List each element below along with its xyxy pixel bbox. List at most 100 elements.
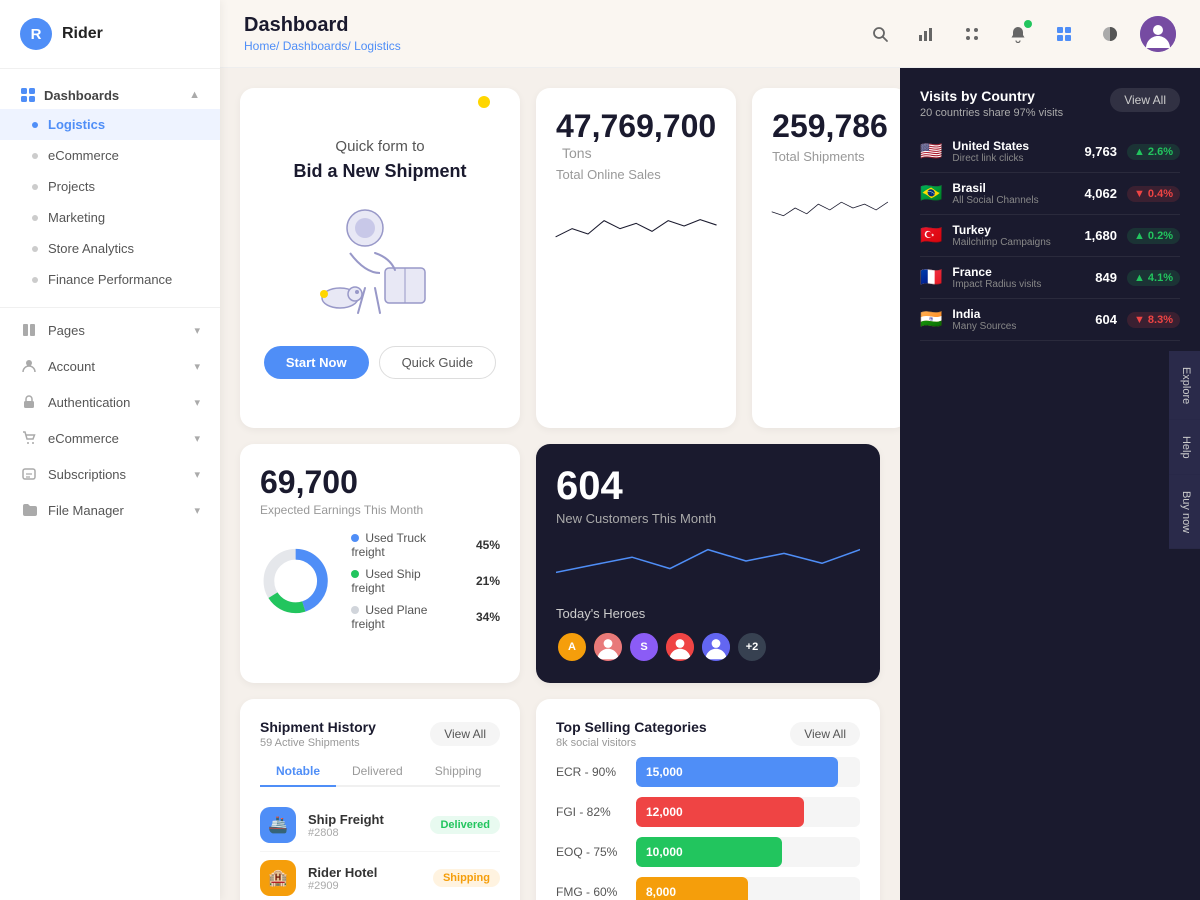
subscriptions-chevron: ▾ (194, 468, 200, 481)
store-analytics-dot (32, 246, 38, 252)
country-brasil-visits: 4,062 (1075, 186, 1117, 201)
bid-card-title: Quick form to (335, 138, 424, 155)
sidebar-item-logistics[interactable]: Logistics (0, 109, 220, 140)
finance-performance-dot (32, 277, 38, 283)
total-sales-label: Total Online Sales (556, 167, 716, 182)
total-shipments-card: 259,786 Total Shipments (752, 88, 900, 428)
search-icon[interactable] (864, 18, 896, 50)
sidebar-ecommerce-section[interactable]: eCommerce ▾ (0, 420, 220, 456)
hero-avatar-1: A (556, 631, 588, 663)
subscriptions-label: Subscriptions (48, 467, 126, 482)
legend-plane: Used Plane freight 34% (351, 603, 500, 631)
flag-usa: 🇺🇸 (920, 141, 942, 162)
marketing-dot (32, 215, 38, 221)
country-france-src: Impact Radius visits (952, 279, 1065, 290)
selling-view-all[interactable]: View All (790, 722, 860, 746)
tab-notable[interactable]: Notable (260, 757, 336, 787)
donut-chart (260, 541, 331, 621)
top-selling-card: Top Selling Categories 8k social visitor… (536, 699, 880, 900)
sidebar-subscriptions[interactable]: Subscriptions ▾ (0, 456, 220, 492)
total-shipments-header: 259,786 (772, 108, 888, 145)
start-now-button[interactable]: Start Now (264, 346, 369, 379)
bar-eoq-fill: 10,000 (636, 837, 782, 867)
chart-icon[interactable] (910, 18, 942, 50)
sidebar-file-manager[interactable]: File Manager ▾ (0, 492, 220, 528)
tab-shipping[interactable]: Shipping (419, 757, 498, 787)
rider-hotel-info: Rider Hotel #2909 (308, 865, 421, 892)
ecommerce-dot (32, 153, 38, 159)
bar-ecr-track: 15,000 (636, 757, 860, 787)
bottom-row: Shipment History 59 Active Shipments Vie… (240, 699, 880, 900)
sidebar-account[interactable]: Account ▾ (0, 348, 220, 384)
total-shipments-label: Total Shipments (772, 149, 888, 164)
grid-icon[interactable] (956, 18, 988, 50)
legend-ship-label: Used Ship freight (351, 567, 420, 595)
donut-legend: Used Truck freight 45% Used Ship freight… (351, 531, 500, 631)
sidebar-authentication[interactable]: Authentication ▾ (0, 384, 220, 420)
sidebar-item-finance-performance[interactable]: Finance Performance (0, 264, 220, 295)
legend-ship: Used Ship freight 21% (351, 567, 500, 595)
topbar-title-area: Dashboard Home/ Dashboards/ Logistics (244, 14, 401, 53)
user-avatar[interactable] (1140, 16, 1176, 52)
breadcrumb-home: Home/ (244, 39, 279, 53)
dashboards-label: Dashboards (44, 88, 119, 103)
main-area: Dashboard Home/ Dashboards/ Logistics (220, 0, 1200, 900)
ship-freight-name: Ship Freight (308, 812, 418, 827)
dashboards-icon: Dashboards (20, 87, 119, 103)
bar-fmg-fill: 8,000 (636, 877, 748, 900)
hero-avatar-5 (700, 631, 732, 663)
selling-title: Top Selling Categories (556, 719, 707, 735)
side-tabs: Explore Help Buy now (1169, 351, 1200, 549)
shipment-row-1: 🚢 Ship Freight #2808 Delivered (260, 799, 500, 852)
sidebar-item-ecommerce[interactable]: eCommerce (0, 140, 220, 171)
sidebar-item-projects[interactable]: Projects (0, 171, 220, 202)
bar-fgi-track: 12,000 (636, 797, 860, 827)
dashboards-section: Dashboards ▲ Logistics eCommerce Project… (0, 69, 220, 303)
country-france-info: France Impact Radius visits (952, 265, 1065, 290)
sidebar-item-finance-performance-label: Finance Performance (48, 272, 172, 287)
country-brasil: 🇧🇷 Brasil All Social Channels 4,062 ▼ 0.… (920, 173, 1180, 215)
sidebar-item-ecommerce-label: eCommerce (48, 148, 119, 163)
file-manager-label: File Manager (48, 503, 124, 518)
country-brasil-info: Brasil All Social Channels (952, 181, 1065, 206)
flag-india: 🇮🇳 (920, 309, 942, 330)
country-france-visits: 849 (1075, 270, 1117, 285)
breadcrumb: Home/ Dashboards/ Logistics (244, 39, 401, 53)
total-sales-header: 47,769,700 Tons (556, 108, 716, 163)
top-row: Quick form to Bid a New Shipment (240, 88, 880, 428)
logo-icon: R (20, 18, 52, 50)
earnings-card: 69,700 Expected Earnings This Month (240, 444, 520, 683)
sidebar-item-marketing[interactable]: Marketing (0, 202, 220, 233)
hero-avatar-3: S (628, 631, 660, 663)
shipment-header: Shipment History 59 Active Shipments Vie… (260, 719, 500, 749)
shipment-tabs: Notable Delivered Shipping (260, 757, 500, 787)
total-shipments-number: 259,786 (772, 108, 888, 144)
sidebar: R Rider Dashboards ▲ Logistics eCommerce (0, 0, 220, 900)
flag-turkey: 🇹🇷 (920, 225, 942, 246)
country-brasil-name: Brasil (952, 181, 1065, 195)
shipment-view-all[interactable]: View All (430, 722, 500, 746)
legend-truck-label: Used Truck freight (351, 531, 426, 559)
selling-subtitle: 8k social visitors (556, 737, 707, 749)
legend-truck-pct: 45% (476, 538, 500, 552)
notification-icon[interactable] (1002, 18, 1034, 50)
sidebar-item-logistics-label: Logistics (48, 117, 105, 132)
buy-now-tab[interactable]: Buy now (1169, 475, 1200, 549)
dashboards-group[interactable]: Dashboards ▲ (0, 77, 220, 109)
apps-icon[interactable] (1048, 18, 1080, 50)
visits-view-all[interactable]: View All (1110, 88, 1180, 112)
help-tab[interactable]: Help (1169, 420, 1200, 475)
country-brasil-src: All Social Channels (952, 195, 1065, 206)
legend-truck: Used Truck freight 45% (351, 531, 500, 559)
bars-container: ECR - 90% 15,000 FGI - 82% 12,000 (556, 757, 860, 900)
explore-tab[interactable]: Explore (1169, 351, 1200, 420)
tab-delivered[interactable]: Delivered (336, 757, 419, 787)
bar-eoq: EOQ - 75% 10,000 (556, 837, 860, 867)
quick-guide-button[interactable]: Quick Guide (379, 346, 497, 379)
theme-toggle[interactable] (1094, 18, 1126, 50)
sidebar-item-store-analytics[interactable]: Store Analytics (0, 233, 220, 264)
breadcrumb-dashboards: Dashboards/ (283, 39, 351, 53)
bar-fmg-track: 8,000 (636, 877, 860, 900)
sidebar-pages[interactable]: Pages ▾ (0, 312, 220, 348)
country-usa: 🇺🇸 United States Direct link clicks 9,76… (920, 131, 1180, 173)
